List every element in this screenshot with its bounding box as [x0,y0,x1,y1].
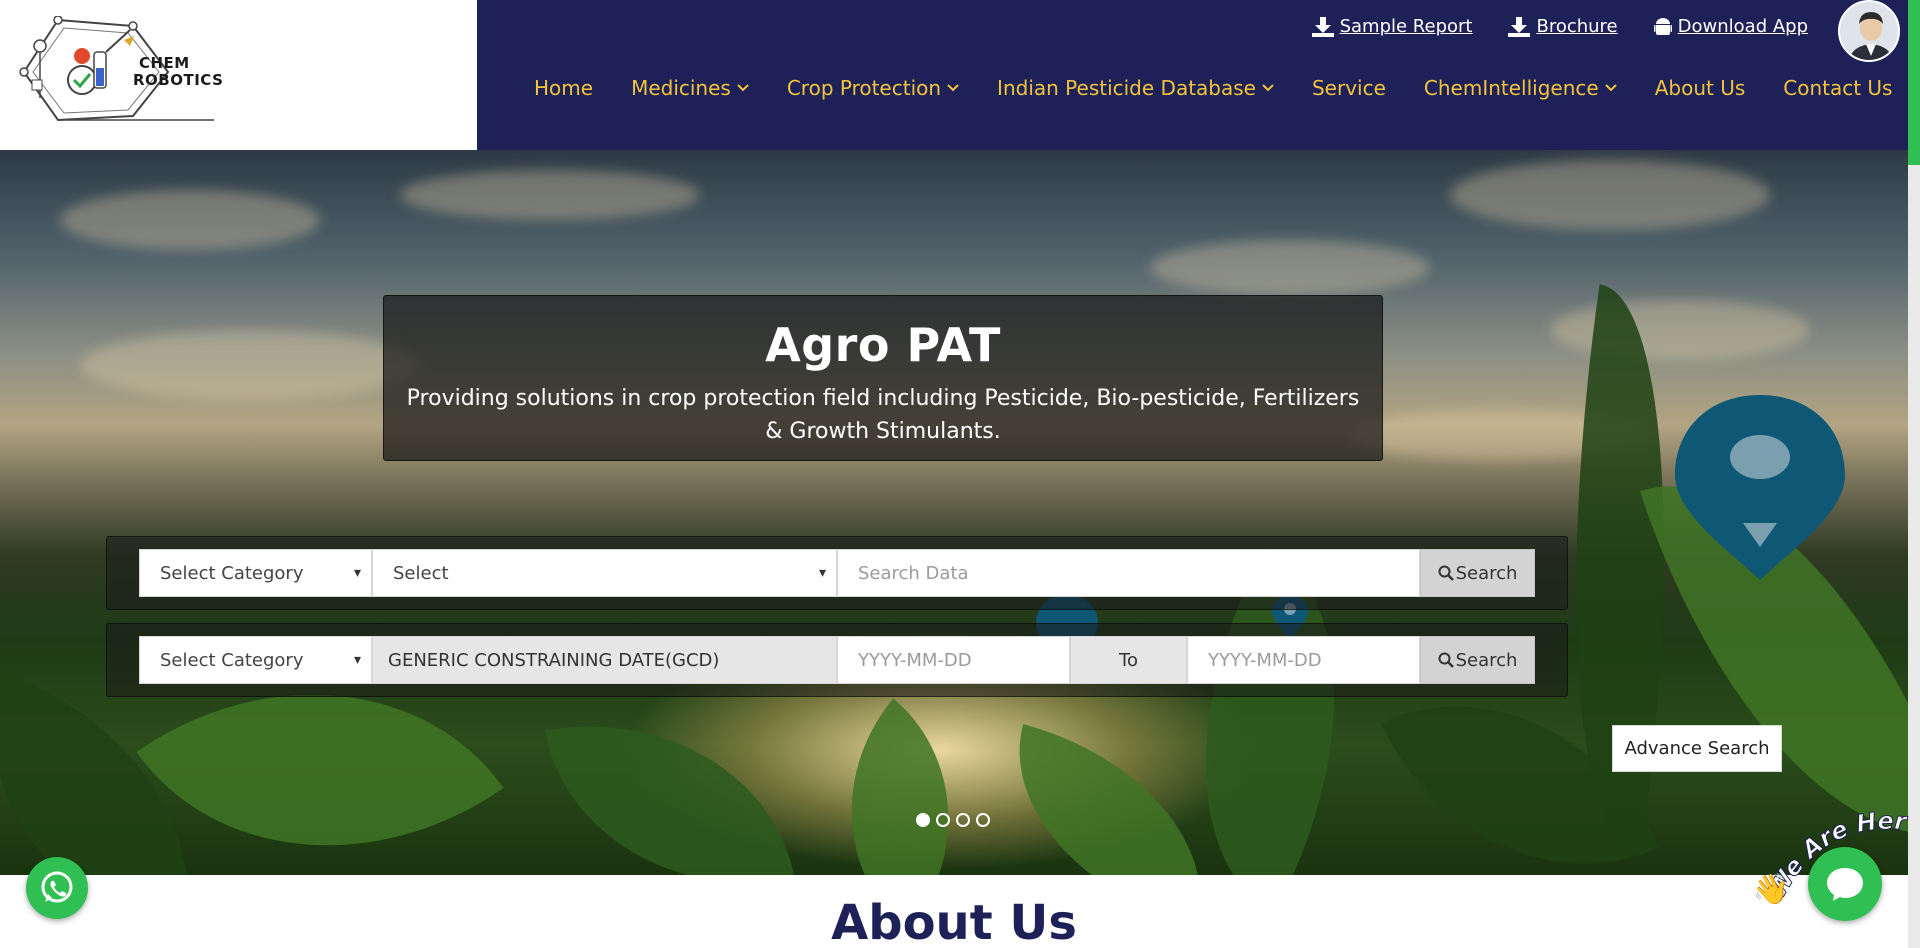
hero-cloud [80,330,420,400]
about-section-title: About Us [831,895,1077,948]
date-type-value: GENERIC CONSTRAINING DATE(GCD) [388,649,720,671]
search-icon [1438,565,1454,581]
hero-title: Agro PAT [765,318,1001,372]
date-search-button-label: Search [1455,649,1518,671]
nav-crop-protection-label: Crop Protection [786,76,942,100]
nav-chemintelligence-label: ChemIntelligence [1423,76,1599,100]
nav-about-us[interactable]: About Us [1655,76,1746,100]
whatsapp-icon [41,871,73,903]
hero-caption-box: Agro PAT Providing solutions in crop pro… [383,295,1383,461]
nav-medicines-label: Medicines [631,76,731,100]
nav-home[interactable]: Home [534,76,593,100]
hero-cloud [1550,300,1810,360]
download-app-label: Download App [1677,16,1808,37]
search-button-label: Search [1455,562,1518,584]
carousel-dot-4[interactable] [976,813,990,827]
to-date-input[interactable]: YYYY-MM-DD [1187,636,1420,684]
hero-banner: Agro PAT Providing solutions in crop pro… [0,150,1908,875]
hero-subtitle: Providing solutions in crop protection f… [406,386,1360,444]
nav-area: Sample Report Brochure Download App Home [477,0,1908,150]
sample-report-label: Sample Report [1339,16,1473,37]
to-label: To [1070,636,1187,684]
logo-text: CHEM ROBOTICS [133,55,223,89]
search-icon [1438,652,1454,668]
hero-leaf [545,692,795,875]
logo-text-line2: ROBOTICS [133,71,224,89]
download-icon [1508,16,1531,37]
chevron-down-icon [737,84,749,92]
from-date-input[interactable]: YYYY-MM-DD [837,636,1070,684]
top-links: Sample Report Brochure Download App [1276,16,1808,37]
brochure-label: Brochure [1536,16,1618,37]
search-form-date: Select Category GENERIC CONSTRAINING DAT… [106,623,1568,697]
logo-area: CHEM ROBOTICS [0,0,477,150]
to-date-placeholder: YYYY-MM-DD [1208,649,1322,671]
android-icon [1653,17,1672,35]
logo-text-line1: CHEM [139,54,190,72]
carousel-indicators [916,813,990,827]
nav-medicines[interactable]: Medicines [631,76,749,100]
hero-cloud [1150,240,1430,295]
whatsapp-button[interactable] [26,857,88,919]
wave-hand-icon: 👋 [1752,872,1790,907]
advance-search-button[interactable]: Advance Search [1612,725,1782,772]
chevron-down-icon [1262,84,1274,92]
carousel-dot-3[interactable] [956,813,970,827]
nav-service-label: Service [1311,76,1386,100]
hero-cloud [400,170,700,220]
from-date-placeholder: YYYY-MM-DD [858,649,972,671]
hero-leaf [784,698,1016,875]
subcategory-select[interactable]: Select [372,549,837,597]
category-select[interactable]: Select Category [139,549,372,597]
carousel-dot-2[interactable] [936,813,950,827]
search-button[interactable]: Search [1420,549,1535,597]
user-avatar-icon [1840,2,1898,60]
hero-cloud [1450,160,1770,230]
nav-contact-us[interactable]: Contact Us [1783,76,1892,100]
subcategory-select-value: Select [393,562,449,584]
date-category-select[interactable]: Select Category [139,636,372,684]
nav-home-label: Home [534,76,594,100]
scrollbar-thumb[interactable] [1908,0,1920,165]
download-icon [1311,16,1334,37]
search-data-input[interactable]: Search Data [837,549,1420,597]
nav-about-us-label: About Us [1654,76,1746,100]
nav-crop-protection[interactable]: Crop Protection [787,76,959,100]
nav-indian-pesticide-database[interactable]: Indian Pesticide Database [997,76,1274,100]
search-data-placeholder: Search Data [858,562,969,584]
nav-contact-us-label: Contact Us [1783,76,1893,100]
carousel-dot-1[interactable] [916,813,930,827]
map-pin-icon [1675,395,1845,580]
download-app-link[interactable]: Download App [1653,16,1808,37]
to-label-text: To [1119,649,1138,671]
category-select-value: Select Category [160,562,304,584]
hero-cloud [60,190,320,250]
date-category-select-value: Select Category [160,649,304,671]
date-search-button[interactable]: Search [1420,636,1535,684]
chevron-down-icon [1604,84,1617,92]
nav-service[interactable]: Service [1312,76,1386,100]
search-form-primary: Select Category Select Search Data Searc… [106,536,1568,610]
date-type-field: GENERIC CONSTRAINING DATE(GCD) [372,636,837,684]
site-header: CHEM ROBOTICS Sample Report Brochure Dow… [0,0,1908,150]
main-nav: Home Medicines Crop Protection Indian Pe… [534,76,1892,100]
chat-button[interactable] [1808,847,1882,921]
nav-indian-pesticide-database-label: Indian Pesticide Database [997,76,1256,100]
nav-chemintelligence[interactable]: ChemIntelligence [1424,76,1617,100]
brochure-link[interactable]: Brochure [1508,16,1618,37]
sample-report-link[interactable]: Sample Report [1311,16,1473,37]
hero-leaf [984,724,1236,875]
chat-bubble-icon [1827,868,1863,901]
chevron-down-icon [947,84,959,92]
avatar[interactable] [1838,0,1900,62]
